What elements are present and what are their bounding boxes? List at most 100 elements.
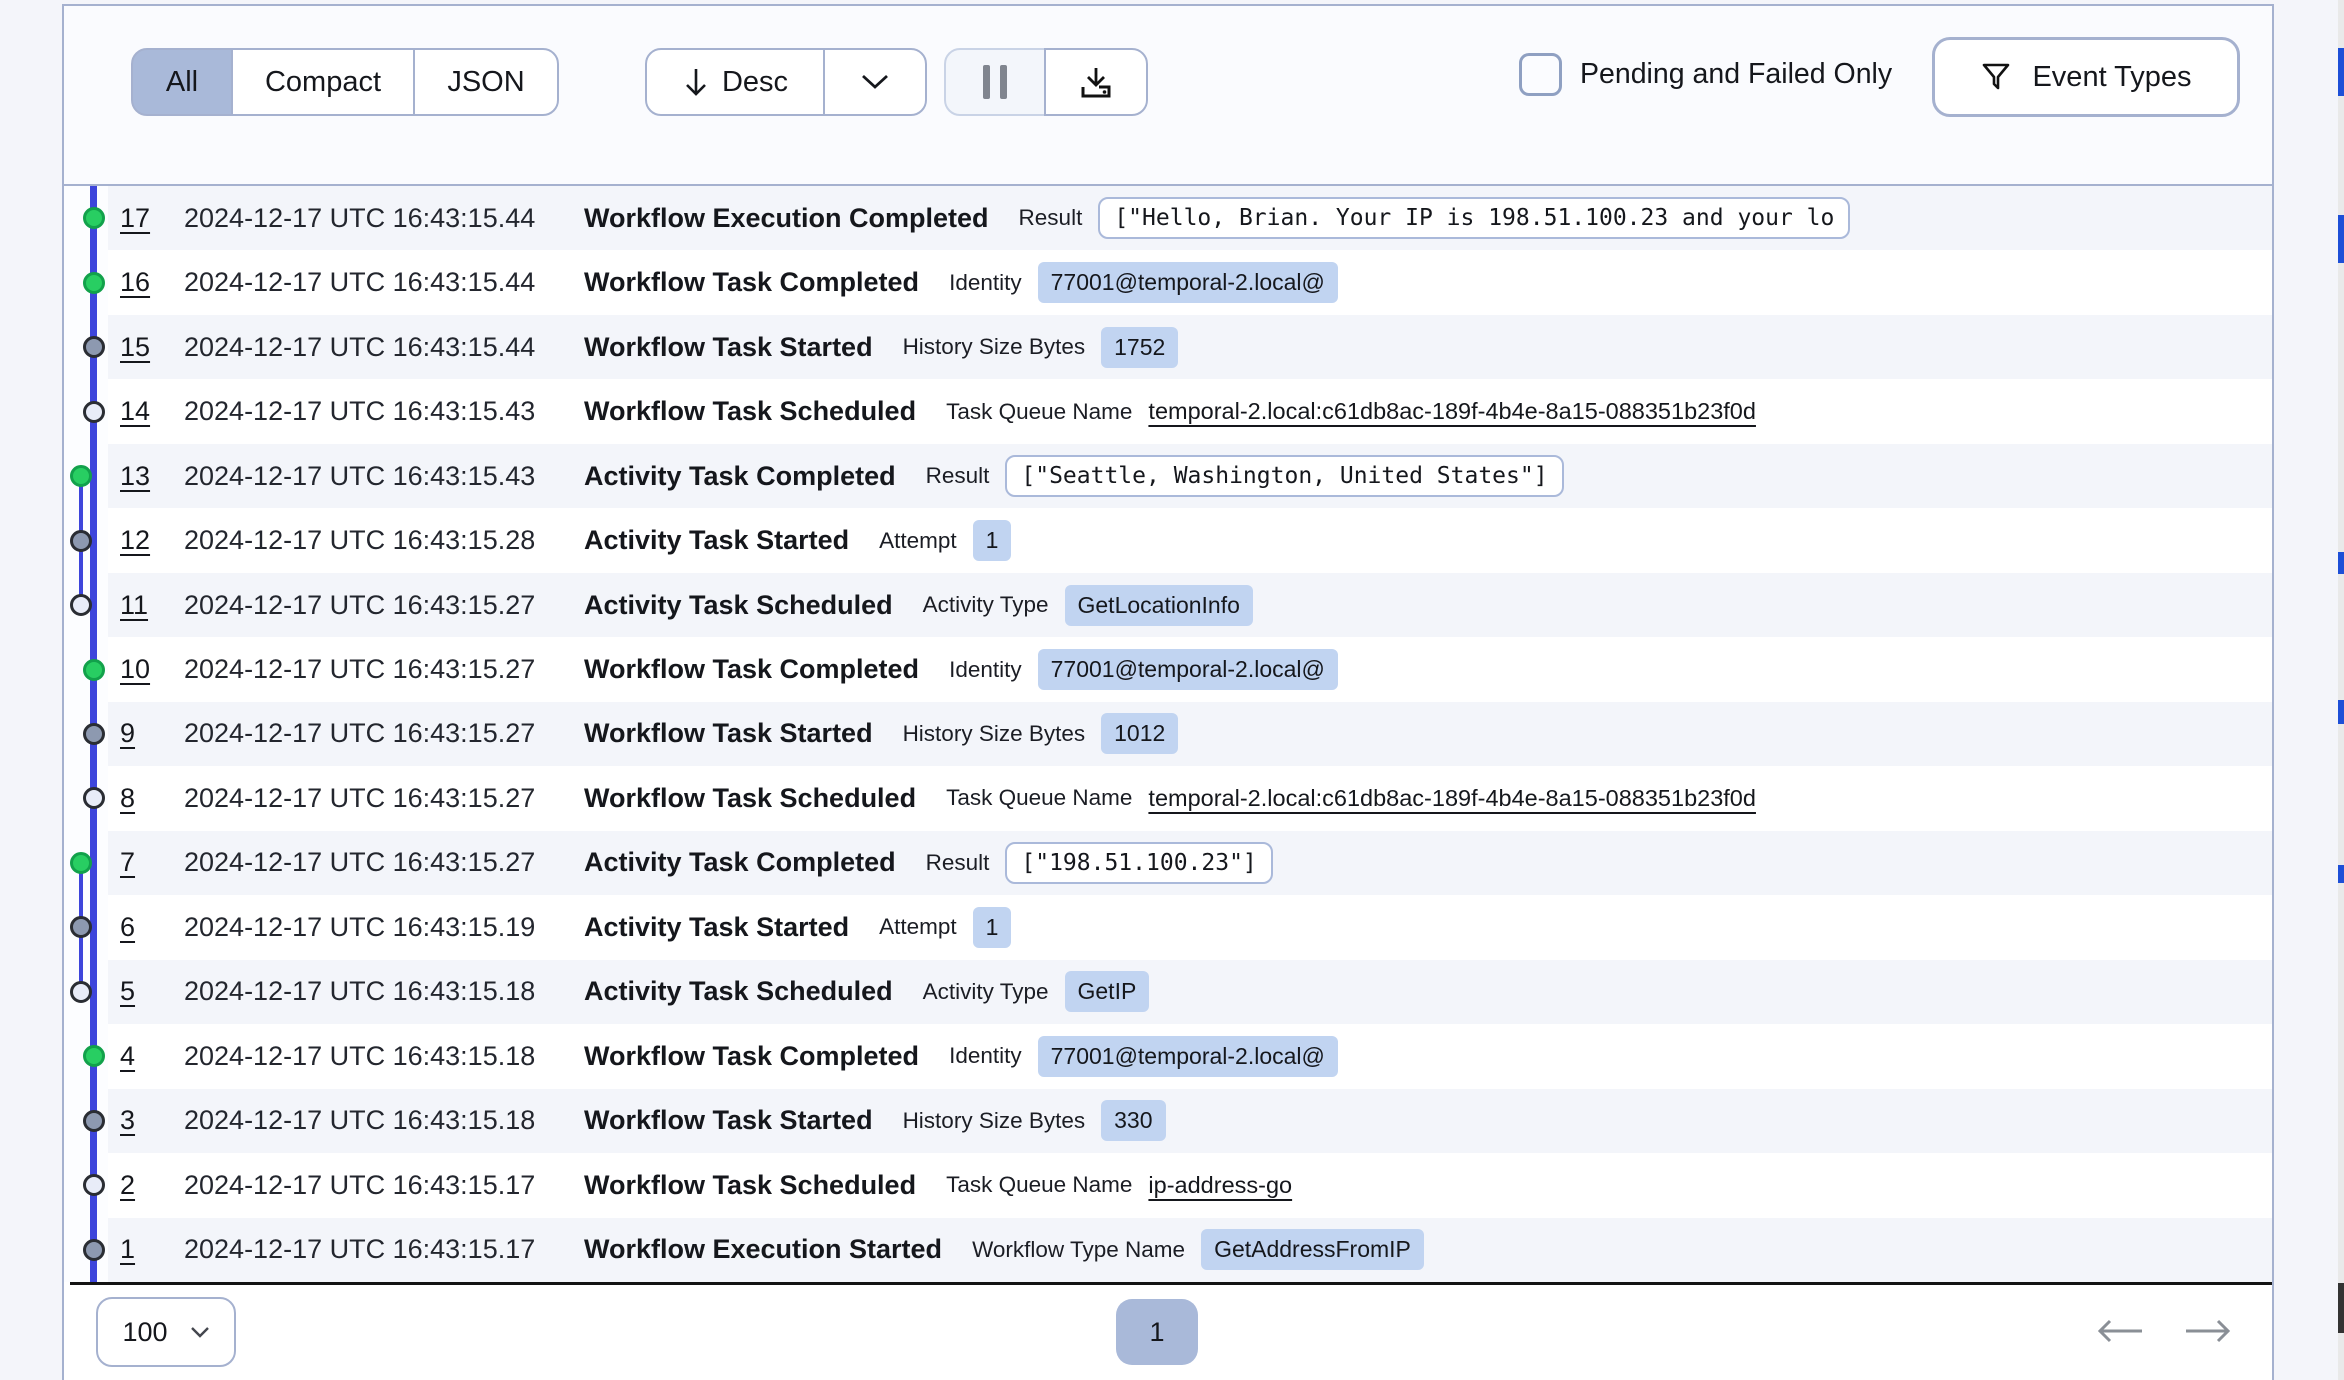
event-id-link[interactable]: 3 [120,1105,184,1136]
event-id-link[interactable]: 7 [120,847,184,878]
event-detail-label: Identity [949,270,1022,296]
event-name: Workflow Task Started [584,332,873,363]
page-size-value: 100 [122,1317,167,1348]
event-detail-label: History Size Bytes [903,721,1086,747]
event-timestamp: 2024-12-17 UTC 16:43:15.27 [184,590,584,621]
task-queue-link[interactable]: ip-address-go [1148,1172,1292,1199]
event-detail-value: 1752 [1101,327,1178,368]
stream-controls-group [944,48,1148,116]
event-id-link[interactable]: 11 [120,590,184,621]
tab-compact[interactable]: Compact [231,48,415,116]
arrow-down-icon [682,66,710,98]
event-detail-label: Attempt [879,528,957,554]
event-row[interactable]: 12 2024-12-17 UTC 16:43:15.28 Activity T… [108,508,2272,572]
event-row[interactable]: 11 2024-12-17 UTC 16:43:15.27 Activity T… [108,573,2272,637]
event-dot [83,272,105,294]
page-size-select[interactable]: 100 [96,1297,236,1367]
event-id-link[interactable]: 9 [120,718,184,749]
previous-page-arrow-icon[interactable] [2094,1317,2146,1345]
event-timestamp: 2024-12-17 UTC 16:43:15.18 [184,1105,584,1136]
event-row[interactable]: 6 2024-12-17 UTC 16:43:15.19 Activity Ta… [108,895,2272,959]
event-detail-value: 1 [973,907,1012,948]
event-detail-value: 1 [973,520,1012,561]
event-id-link[interactable]: 5 [120,976,184,1007]
filter-funnel-icon [1980,61,2012,93]
sort-order-group: Desc [645,48,927,116]
event-detail-label: History Size Bytes [903,1108,1086,1134]
event-name: Workflow Task Completed [584,654,919,685]
event-detail-value: ["Hello, Brian. Your IP is 198.51.100.23… [1098,197,1850,239]
event-id-link[interactable]: 1 [120,1234,184,1265]
event-detail-label: Activity Type [923,592,1049,618]
event-row[interactable]: 14 2024-12-17 UTC 16:43:15.43 Workflow T… [108,379,2272,443]
event-id-link[interactable]: 14 [120,396,184,427]
pending-failed-checkbox[interactable] [1519,53,1562,96]
next-page-arrow-icon[interactable] [2182,1317,2234,1345]
download-button[interactable] [1044,48,1148,116]
event-detail-label: Result [926,850,990,876]
event-dot [83,207,105,229]
event-row[interactable]: 3 2024-12-17 UTC 16:43:15.18 Workflow Ta… [108,1089,2272,1153]
event-name: Activity Task Started [584,525,849,556]
event-timestamp: 2024-12-17 UTC 16:43:15.27 [184,847,584,878]
event-history-panel: All Compact JSON Desc [62,4,2274,1380]
event-row[interactable]: 17 2024-12-17 UTC 16:43:15.44 Workflow E… [108,186,2272,250]
event-row[interactable]: 16 2024-12-17 UTC 16:43:15.44 Workflow T… [108,250,2272,314]
page-number-button[interactable]: 1 [1116,1299,1198,1365]
event-id-link[interactable]: 12 [120,525,184,556]
event-dot [83,1239,105,1261]
event-name: Activity Task Completed [584,847,896,878]
event-types-filter-button[interactable]: Event Types [1932,37,2240,117]
event-row[interactable]: 9 2024-12-17 UTC 16:43:15.27 Workflow Ta… [108,702,2272,766]
event-dot [83,787,105,809]
event-detail-label: Task Queue Name [946,399,1132,425]
event-row[interactable]: 1 2024-12-17 UTC 16:43:15.17 Workflow Ex… [108,1218,2272,1282]
event-row[interactable]: 2 2024-12-17 UTC 16:43:15.17 Workflow Ta… [108,1153,2272,1217]
event-row[interactable]: 8 2024-12-17 UTC 16:43:15.27 Workflow Ta… [108,766,2272,830]
event-row[interactable]: 13 2024-12-17 UTC 16:43:15.43 Activity T… [108,444,2272,508]
event-timestamp: 2024-12-17 UTC 16:43:15.44 [184,332,584,363]
event-name: Workflow Task Started [584,1105,873,1136]
event-row[interactable]: 4 2024-12-17 UTC 16:43:15.18 Workflow Ta… [108,1024,2272,1088]
pause-button[interactable] [944,48,1046,116]
event-timestamp: 2024-12-17 UTC 16:43:15.43 [184,396,584,427]
event-dot [83,336,105,358]
event-id-link[interactable]: 8 [120,783,184,814]
event-id-link[interactable]: 17 [120,203,184,234]
event-detail-value: ["198.51.100.23"] [1005,842,1272,884]
download-icon [1078,64,1114,100]
event-row[interactable]: 7 2024-12-17 UTC 16:43:15.27 Activity Ta… [108,831,2272,895]
event-row[interactable]: 10 2024-12-17 UTC 16:43:15.27 Workflow T… [108,637,2272,701]
event-id-link[interactable]: 10 [120,654,184,685]
event-id-link[interactable]: 16 [120,267,184,298]
event-id-link[interactable]: 2 [120,1170,184,1201]
sort-desc-button[interactable]: Desc [645,48,825,116]
task-queue-link[interactable]: temporal-2.local:c61db8ac-189f-4b4e-8a15… [1148,785,1756,812]
event-timestamp: 2024-12-17 UTC 16:43:15.27 [184,654,584,685]
pending-failed-label[interactable]: Pending and Failed Only [1580,53,1892,96]
event-dot [70,530,92,552]
event-dot [83,401,105,423]
event-id-link[interactable]: 15 [120,332,184,363]
event-detail-value: GetLocationInfo [1065,585,1253,626]
sort-dropdown-button[interactable] [823,48,927,116]
event-id-link[interactable]: 6 [120,912,184,943]
event-id-link[interactable]: 4 [120,1041,184,1072]
event-timestamp: 2024-12-17 UTC 16:43:15.18 [184,976,584,1007]
task-queue-link[interactable]: temporal-2.local:c61db8ac-189f-4b4e-8a15… [1148,398,1756,425]
event-timestamp: 2024-12-17 UTC 16:43:15.18 [184,1041,584,1072]
tab-json[interactable]: JSON [413,48,559,116]
event-timestamp: 2024-12-17 UTC 16:43:15.28 [184,525,584,556]
event-timestamp: 2024-12-17 UTC 16:43:15.17 [184,1170,584,1201]
event-name: Activity Task Completed [584,461,896,492]
event-history-toolbar: All Compact JSON Desc [64,6,2272,186]
event-row[interactable]: 15 2024-12-17 UTC 16:43:15.44 Workflow T… [108,315,2272,379]
event-timestamp: 2024-12-17 UTC 16:43:15.44 [184,203,584,234]
event-row[interactable]: 5 2024-12-17 UTC 16:43:15.18 Activity Ta… [108,960,2272,1024]
event-name: Workflow Task Completed [584,267,919,298]
event-detail-label: Result [926,463,990,489]
event-id-link[interactable]: 13 [120,461,184,492]
tab-all[interactable]: All [131,48,233,116]
event-name: Workflow Task Scheduled [584,396,916,427]
event-dot [83,1110,105,1132]
